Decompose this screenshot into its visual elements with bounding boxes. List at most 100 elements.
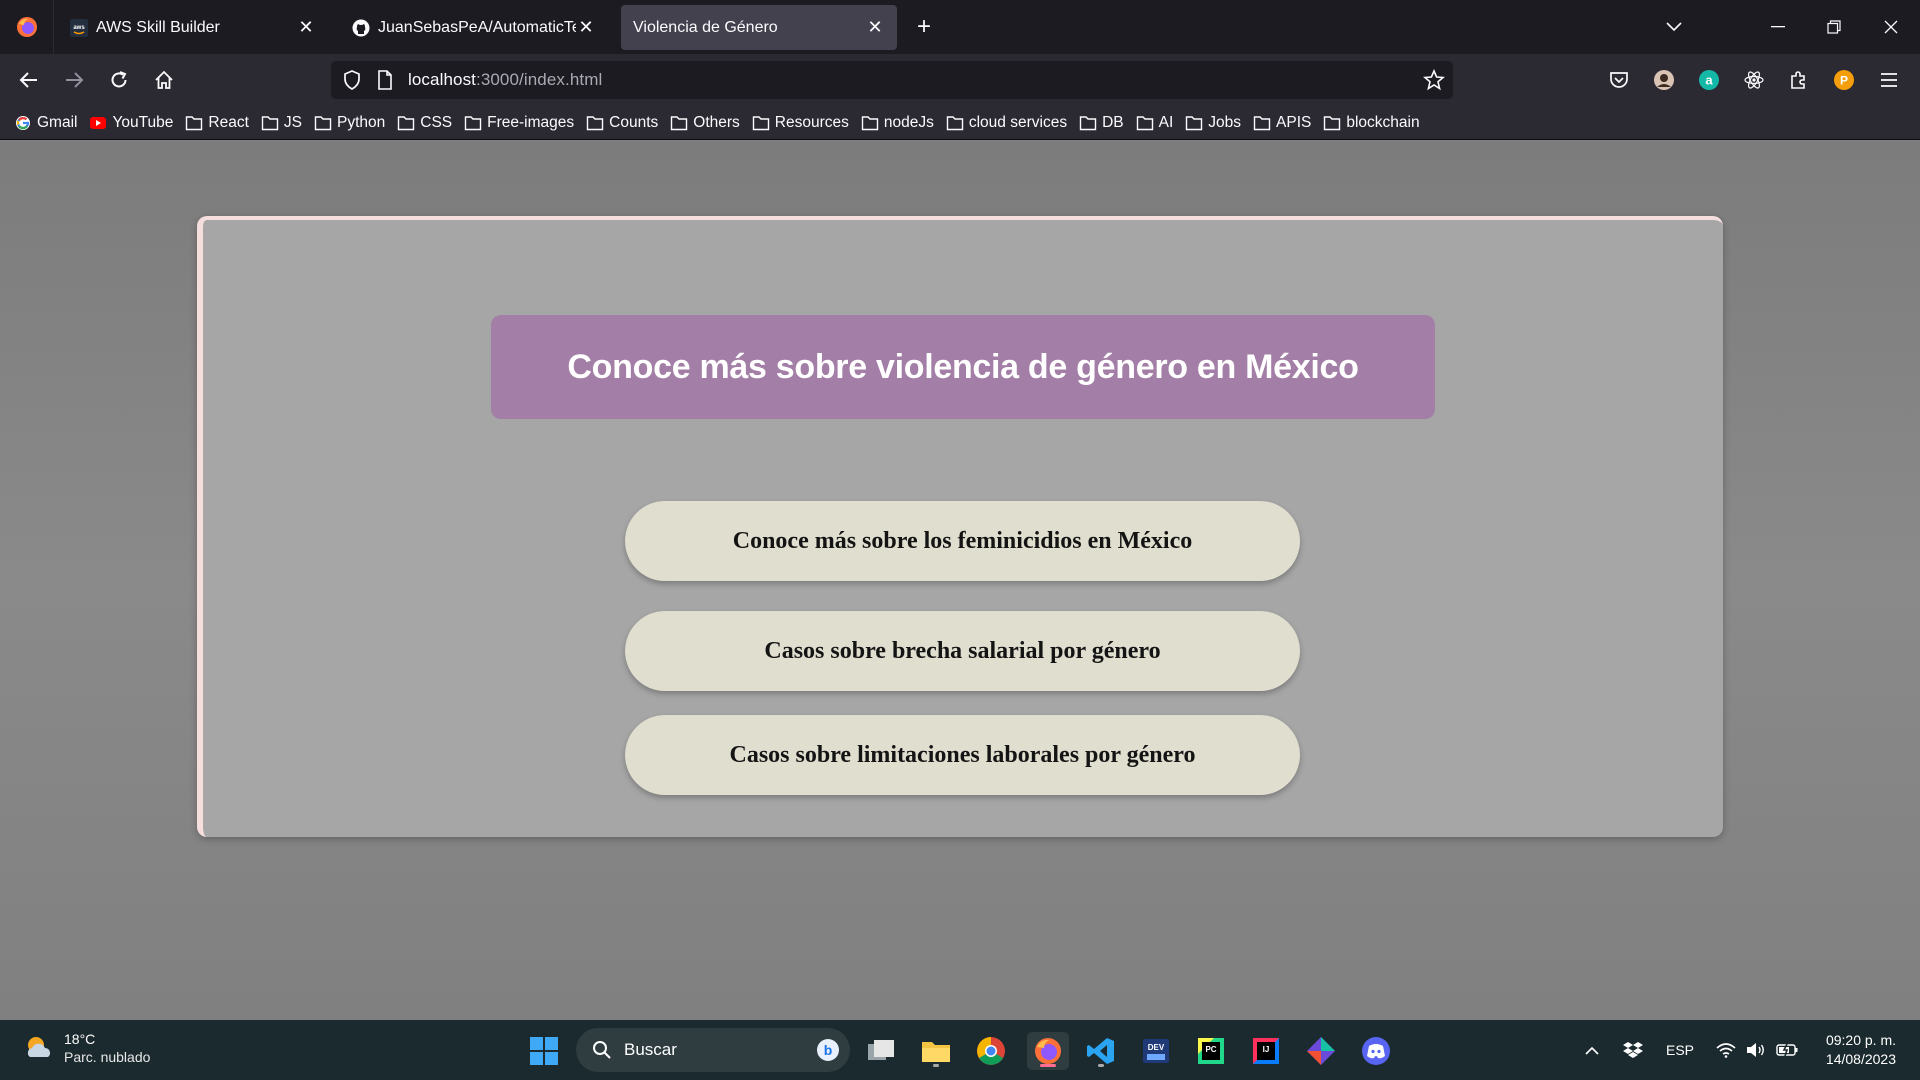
firefox-icon — [1035, 1038, 1061, 1064]
start-button[interactable] — [525, 1032, 563, 1070]
close-tab-icon[interactable]: ✕ — [296, 17, 316, 38]
bing-icon: b — [817, 1039, 839, 1061]
list-tabs-button[interactable] — [1656, 10, 1692, 44]
bookmarks-toolbar: Gmail YouTube React JS Python CSS Free-images C… — [0, 106, 1920, 140]
back-button[interactable] — [12, 63, 46, 97]
close-tab-icon[interactable]: ✕ — [865, 17, 885, 38]
system-clock[interactable]: 09:20 p. m. 14/08/2023 — [1826, 1031, 1896, 1069]
svg-text:aws: aws — [73, 25, 85, 31]
bookmark-label: cloud services — [968, 113, 1068, 131]
discord-button[interactable] — [1357, 1032, 1395, 1070]
vscode-button[interactable] — [1082, 1032, 1120, 1070]
bookmark-free-images[interactable]: Free-images — [464, 114, 574, 132]
app-menu-button[interactable] — [1872, 63, 1906, 97]
bookmark-resources[interactable]: Resources — [752, 114, 849, 132]
svg-text:PC: PC — [1205, 1045, 1216, 1054]
folder-icon — [398, 115, 415, 130]
close-tab-icon[interactable]: ✕ — [576, 17, 596, 38]
show-hidden-icons-button[interactable] — [1580, 1020, 1604, 1080]
bookmark-label: YouTube — [112, 113, 174, 131]
file-explorer-button[interactable] — [917, 1032, 955, 1070]
page-icon[interactable] — [377, 70, 393, 90]
bookmark-css[interactable]: CSS — [397, 114, 452, 132]
pycharm-icon: PC — [1198, 1038, 1224, 1064]
shield-icon[interactable] — [343, 70, 361, 90]
bookmark-jobs[interactable]: Jobs — [1185, 114, 1241, 132]
tab-violencia-de-genero[interactable]: Violencia de Género ✕ — [621, 5, 897, 50]
active-indicator — [1040, 1064, 1056, 1067]
bookmark-label: Counts — [609, 113, 659, 131]
bookmark-nodejs[interactable]: nodeJs — [861, 114, 934, 132]
dropbox-icon — [1623, 1042, 1643, 1058]
home-button[interactable] — [147, 63, 181, 97]
bookmark-python[interactable]: Python — [314, 114, 385, 132]
clock-time: 09:20 p. m. — [1825, 1032, 1896, 1048]
dropbox-tray-button[interactable] — [1620, 1020, 1646, 1080]
account-button[interactable] — [1647, 63, 1681, 97]
restore-button[interactable] — [1816, 10, 1852, 44]
tab-github[interactable]: JuanSebasPeA/AutomaticTextG ✕ — [340, 5, 608, 50]
svg-text:a: a — [1705, 73, 1713, 88]
bookmark-label: Resources — [774, 113, 849, 131]
page-viewport — [0, 141, 1920, 1021]
battery-charging-icon — [1776, 1043, 1798, 1057]
pocket-button[interactable] — [1602, 63, 1636, 97]
discord-icon — [1362, 1037, 1390, 1065]
brecha-salarial-button[interactable]: Casos sobre brecha salarial por género — [625, 611, 1300, 691]
svg-text:DEV: DEV — [1148, 1043, 1165, 1052]
folder-icon — [1324, 115, 1341, 130]
weather-condition: Parc. nublado — [64, 1049, 151, 1065]
url-text[interactable]: localhost:3000/index.html — [408, 70, 602, 90]
taskbar-search[interactable]: Buscar b — [576, 1028, 850, 1072]
feminicidios-button[interactable]: Conoce más sobre los feminicidios en Méx… — [625, 501, 1300, 581]
bookmark-label: React — [208, 113, 249, 131]
bookmark-star-icon[interactable] — [1423, 69, 1445, 91]
reload-button[interactable] — [102, 63, 136, 97]
bookmark-counts[interactable]: Counts — [586, 114, 658, 132]
react-devtools-button[interactable] — [1737, 63, 1771, 97]
folder-icon — [186, 115, 203, 130]
new-tab-button[interactable]: + — [906, 10, 942, 44]
dev-home-button[interactable]: DEV — [1137, 1032, 1175, 1070]
react-icon — [1744, 71, 1764, 89]
language-indicator[interactable]: ESP — [1662, 1020, 1698, 1080]
tab-bar: aws AWS Skill Builder ✕ JuanSebasPeA/Aut… — [0, 0, 1920, 54]
extensions-button[interactable] — [1782, 63, 1816, 97]
bookmark-blockchain[interactable]: blockchain — [1323, 114, 1420, 132]
volume-tray-button[interactable] — [1744, 1020, 1768, 1080]
forward-button[interactable] — [57, 63, 91, 97]
chrome-button[interactable] — [972, 1032, 1010, 1070]
task-view-button[interactable] — [862, 1032, 900, 1070]
minimize-button[interactable] — [1760, 10, 1796, 44]
firefox-menu-button[interactable] — [0, 0, 54, 54]
tab-aws-skill-builder[interactable]: aws AWS Skill Builder ✕ — [58, 5, 328, 50]
pycharm-button[interactable]: PC — [1192, 1032, 1230, 1070]
intellij-button[interactable]: IJ — [1247, 1032, 1285, 1070]
bookmark-youtube[interactable]: YouTube — [89, 114, 173, 132]
bookmark-cloud-services[interactable]: cloud services — [946, 114, 1067, 132]
weather-widget[interactable]: 18°C Parc. nublado — [24, 1030, 150, 1066]
close-window-button[interactable] — [1873, 10, 1909, 44]
bookmark-js[interactable]: JS — [261, 114, 302, 132]
bookmark-gmail[interactable]: Gmail — [14, 114, 77, 132]
git-client-button[interactable] — [1302, 1032, 1340, 1070]
limitaciones-laborales-button[interactable]: Casos sobre limitaciones laborales por g… — [625, 715, 1300, 795]
bookmark-label: Gmail — [37, 113, 78, 131]
svg-text:P: P — [1840, 74, 1848, 88]
url-host: localhost — [408, 70, 476, 89]
firefox-icon — [16, 17, 37, 37]
url-bar[interactable]: localhost:3000/index.html — [331, 61, 1453, 99]
bookmark-db[interactable]: DB — [1079, 114, 1124, 132]
battery-tray-button[interactable] — [1774, 1020, 1800, 1080]
google-icon — [16, 115, 30, 130]
folder-icon — [1079, 115, 1097, 130]
firefox-taskbar-button[interactable] — [1027, 1032, 1069, 1070]
bookmark-react[interactable]: React — [185, 114, 249, 132]
wifi-tray-button[interactable] — [1714, 1020, 1738, 1080]
bookmark-others[interactable]: Others — [670, 114, 740, 132]
bookmark-ai[interactable]: AI — [1136, 114, 1173, 132]
extension-p-button[interactable]: P — [1827, 63, 1861, 97]
bookmark-apis[interactable]: APIS — [1253, 114, 1311, 132]
home-icon — [155, 70, 173, 89]
extension-a-button[interactable]: a — [1692, 63, 1726, 97]
